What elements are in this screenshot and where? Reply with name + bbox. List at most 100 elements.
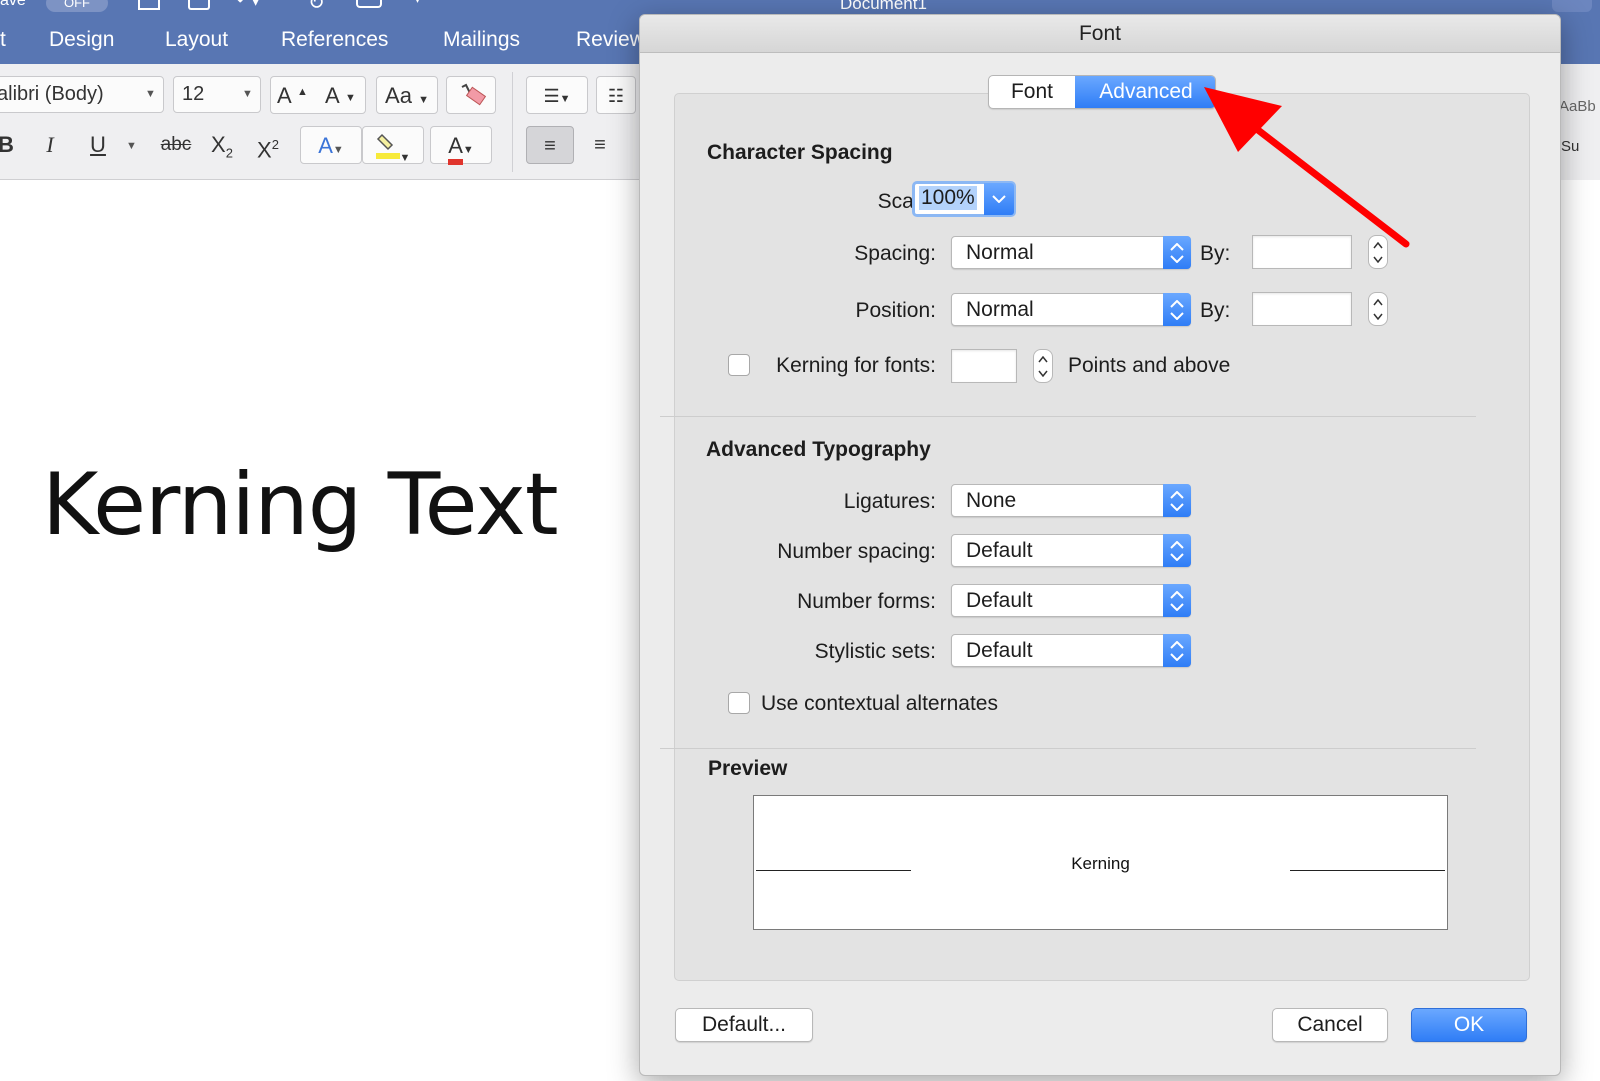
text-effects-button[interactable]: A▼: [300, 126, 362, 164]
contextual-alternates-checkbox[interactable]: [728, 692, 750, 714]
search-icon[interactable]: [1552, 0, 1592, 12]
position-label: Position:: [855, 299, 936, 322]
dialog-titlebar[interactable]: Font: [640, 15, 1560, 53]
home-icon[interactable]: [138, 0, 160, 10]
tab-layout[interactable]: Layout: [165, 28, 228, 52]
superscript-label: X: [257, 137, 272, 163]
triangle-down-icon: ▼: [345, 92, 356, 104]
spacing-value: Normal: [966, 241, 1034, 264]
spacing-popup[interactable]: Normal: [951, 236, 1191, 269]
points-and-above-label: Points and above: [1068, 354, 1231, 377]
number-forms-label: Number forms:: [797, 590, 936, 613]
position-value: Normal: [966, 298, 1034, 321]
default-button[interactable]: Default...: [675, 1008, 813, 1042]
chevron-up-icon: [1373, 242, 1383, 249]
autosave-toggle[interactable]: OFF: [46, 0, 108, 12]
chevron-down-icon: ▼: [332, 144, 344, 156]
stylistic-sets-popup[interactable]: Default: [951, 634, 1191, 667]
numbering-button[interactable]: ☷: [596, 76, 636, 114]
ligatures-value: None: [966, 489, 1017, 512]
superscript-button[interactable]: X2: [246, 126, 290, 164]
chevron-down-icon: ▼: [559, 93, 571, 105]
chevron-down-icon: [992, 195, 1006, 203]
number-spacing-popup[interactable]: Default: [951, 534, 1191, 567]
redo-icon[interactable]: ↻: [308, 0, 325, 14]
style-subtitle-preview: Su: [1561, 138, 1580, 155]
subscript-label: X: [211, 132, 226, 157]
stylistic-sets-value: Default: [966, 639, 1033, 662]
align-center-icon: ≡: [594, 134, 606, 156]
ligatures-popup[interactable]: None: [951, 484, 1191, 517]
highlight-button[interactable]: ▼: [362, 126, 424, 164]
position-by-field[interactable]: [1252, 292, 1352, 326]
style-normal-preview: AaBb: [1559, 98, 1596, 115]
italic-button[interactable]: I: [28, 126, 72, 164]
chevron-down-icon: ▼: [399, 152, 411, 164]
character-spacing-heading: Character Spacing: [707, 141, 893, 164]
ligatures-label: Ligatures:: [843, 490, 936, 513]
tab-references[interactable]: References: [281, 28, 388, 52]
spacing-by-field[interactable]: [1252, 235, 1352, 269]
cancel-button[interactable]: Cancel: [1272, 1008, 1388, 1042]
subscript-button[interactable]: X2: [200, 126, 244, 164]
chevron-updown-icon: [1163, 293, 1191, 326]
number-spacing-label: Number spacing:: [777, 540, 936, 563]
scale-combobox[interactable]: 100%: [912, 181, 1016, 217]
grow-font-button[interactable]: A: [277, 77, 292, 115]
tab-partial[interactable]: t: [0, 28, 6, 52]
tab-design[interactable]: Design: [49, 28, 114, 52]
ribbon-divider: [512, 72, 513, 172]
change-case-button[interactable]: Aa ▼: [376, 76, 438, 114]
document-body-text[interactable]: Kerning Text: [42, 455, 559, 555]
styles-gallery[interactable]: AaBb Su: [1555, 64, 1600, 180]
chevron-down-icon: ▼: [145, 88, 156, 100]
font-size-combobox[interactable]: 12 ▼: [173, 76, 261, 113]
tab-advanced[interactable]: Advanced: [1075, 76, 1215, 108]
spacing-by-stepper[interactable]: [1368, 235, 1388, 269]
position-by-stepper[interactable]: [1368, 292, 1388, 326]
chevron-down-icon: ▼: [242, 88, 253, 100]
kerning-points-stepper[interactable]: [1033, 349, 1053, 383]
print-icon[interactable]: [356, 0, 382, 8]
position-by-label: By:: [1200, 299, 1231, 322]
preview-baseline-right: [1290, 870, 1445, 871]
triangle-up-icon: ▲: [297, 86, 308, 98]
tab-mailings[interactable]: Mailings: [443, 28, 520, 52]
bullets-button[interactable]: ☰▼: [526, 76, 588, 114]
kerning-points-field[interactable]: [951, 349, 1017, 383]
underline-button[interactable]: U: [76, 126, 120, 164]
scale-dropdown-button[interactable]: [984, 183, 1014, 215]
chevron-down-icon: ▼: [418, 94, 429, 106]
font-color-label: A: [448, 133, 463, 165]
align-left-button[interactable]: ≡: [526, 126, 574, 164]
font-dialog: Font Font Advanced Character Spacing Sca…: [639, 14, 1561, 1076]
advanced-typography-heading: Advanced Typography: [706, 438, 931, 461]
eraser-icon: [461, 83, 487, 106]
undo-icon[interactable]: ↶▾: [236, 0, 260, 10]
numbered-list-icon: ☷: [607, 86, 625, 106]
customize-toolbar-icon[interactable]: ▾: [414, 0, 421, 10]
grow-shrink-font-group: A ▲ A ▼: [270, 76, 366, 114]
save-icon[interactable]: [188, 0, 210, 10]
contextual-alternates-label: Use contextual alternates: [761, 692, 998, 715]
bullet-list-icon: ☰: [543, 86, 560, 106]
align-center-button[interactable]: ≡: [576, 126, 624, 164]
strikethrough-button[interactable]: abc: [146, 126, 206, 164]
font-name-combobox[interactable]: alibri (Body) ▼: [0, 76, 164, 113]
chevron-down-icon: [1373, 256, 1383, 263]
clear-formatting-button[interactable]: [446, 76, 496, 114]
bold-button[interactable]: B: [0, 126, 28, 164]
number-forms-value: Default: [966, 589, 1033, 612]
spacing-label: Spacing:: [854, 242, 936, 265]
shrink-font-button[interactable]: A: [325, 77, 340, 115]
change-case-label: Aa: [385, 83, 412, 108]
ok-button[interactable]: OK: [1411, 1008, 1527, 1042]
chevron-down-icon[interactable]: ▼: [126, 140, 137, 152]
tab-review[interactable]: Review: [576, 28, 645, 52]
tab-font[interactable]: Font: [989, 76, 1075, 108]
chevron-down-icon: [1038, 370, 1048, 377]
number-forms-popup[interactable]: Default: [951, 584, 1191, 617]
font-color-button[interactable]: A▼: [430, 126, 492, 165]
font-name-value: alibri (Body): [0, 83, 104, 105]
position-popup[interactable]: Normal: [951, 293, 1191, 326]
